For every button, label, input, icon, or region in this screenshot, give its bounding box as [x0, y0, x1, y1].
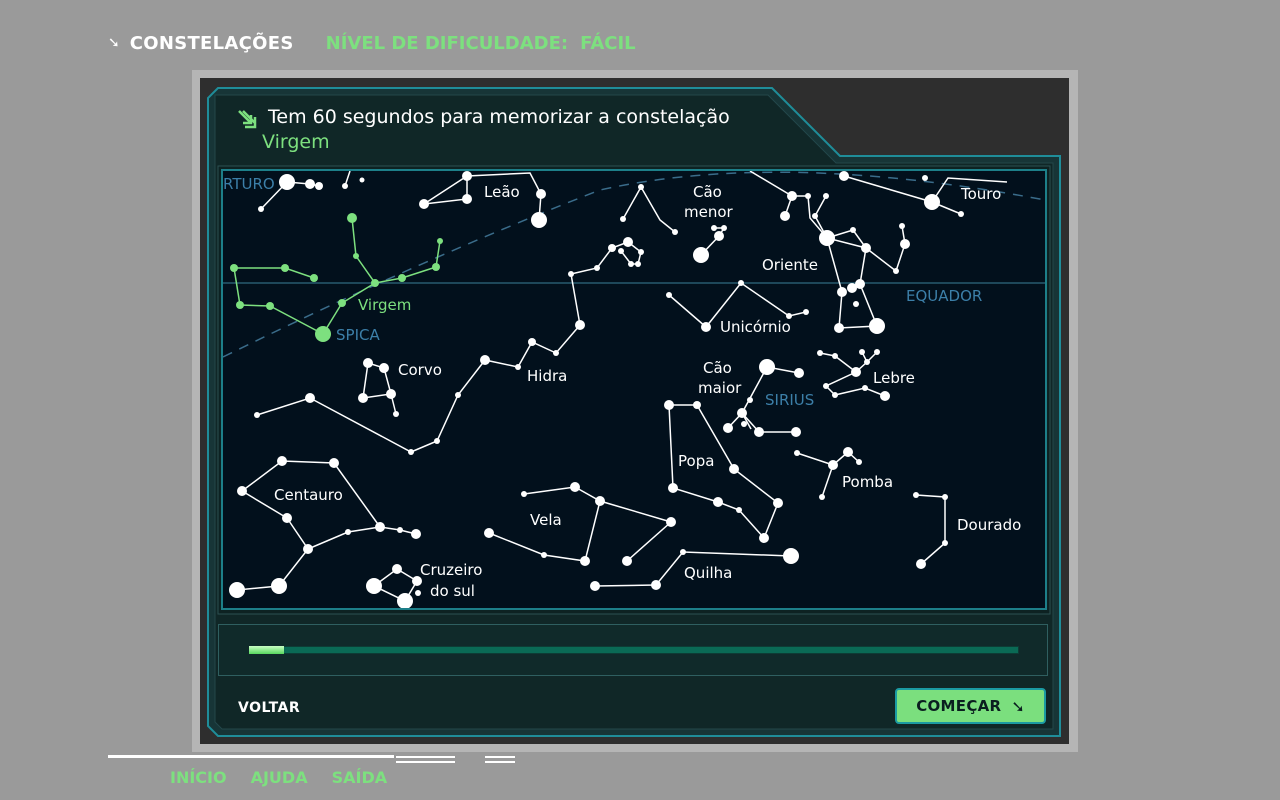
timer-progress-track — [249, 646, 1019, 654]
constellation-popa — [664, 400, 783, 543]
constellation-label-leao: Leão — [484, 183, 520, 201]
constellation-label-cao-maior-2: maior — [698, 379, 742, 397]
constellation-label-virgem: Virgem — [358, 296, 411, 314]
constellation-label-vela: Vela — [530, 511, 562, 529]
constellation-label-cao-maior-1: Cão — [703, 359, 732, 377]
constellation-label-hidra: Hidra — [527, 367, 567, 385]
double-arrow-down-right-icon — [238, 110, 257, 129]
constellation-cancer — [620, 184, 678, 235]
start-button[interactable]: COMEÇAR ➘ — [895, 688, 1046, 724]
star-map-canvas: EQUADOR RTURO Leão Cão menor Touro Orien… — [223, 171, 1045, 608]
constellation-label-oriente: Oriente — [762, 256, 818, 274]
constellation-label-cao-menor-2: menor — [684, 203, 734, 221]
constellation-cruzeiro-do-sul — [366, 564, 422, 608]
constellation-label-pomba: Pomba — [842, 473, 893, 491]
constellation-corvo — [358, 358, 399, 417]
constellation-centauro — [229, 456, 421, 598]
star-label-sirius: SIRIUS — [765, 391, 814, 409]
constellation-label-cao-menor-1: Cão — [693, 183, 722, 201]
start-button-label: COMEÇAR — [916, 697, 1002, 715]
constellation-label-touro: Touro — [960, 185, 1001, 203]
constellation-label-cruzeiro-2: do sul — [430, 582, 475, 600]
timer-progress-fill — [249, 646, 284, 654]
constellation-label-corvo: Corvo — [398, 361, 442, 379]
constellation-vela — [484, 482, 676, 566]
constellation-cluster-gemeos — [568, 237, 644, 277]
constellation-dourado — [913, 492, 948, 569]
nav-saida[interactable]: SAÍDA — [332, 768, 388, 787]
target-constellation: Virgem — [262, 131, 330, 153]
constellation-label-popa: Popa — [678, 452, 714, 470]
constellation-virgem — [230, 213, 443, 342]
arrow-down-right-icon: ➘ — [1011, 696, 1025, 716]
footer-nav: INÍCIO AJUDA SAÍDA — [170, 768, 411, 787]
top-header: ➘ CONSTELAÇÕES NÍVEL DE DIFICULDADE: FÁC… — [108, 30, 636, 56]
app-title: CONSTELAÇÕES — [129, 32, 294, 54]
constellation-label-unicornio: Unicórnio — [720, 318, 791, 336]
constellation-label-lebre: Lebre — [873, 369, 915, 387]
constellation-label-dourado: Dourado — [957, 516, 1021, 534]
constellation-cao-menor — [693, 225, 727, 263]
nav-ajuda[interactable]: AJUDA — [251, 768, 308, 787]
difficulty-value: FÁCIL — [580, 32, 636, 54]
nav-inicio[interactable]: INÍCIO — [170, 768, 227, 787]
constellation-label-cruzeiro-1: Cruzeiro — [420, 561, 482, 579]
constellation-label-quilha: Quilha — [684, 564, 732, 582]
star-label-arcturus: RTURO — [223, 175, 275, 193]
star-map: EQUADOR RTURO Leão Cão menor Touro Orien… — [223, 171, 1045, 608]
constellation-label-centauro: Centauro — [274, 486, 343, 504]
star-label-spica: SPICA — [336, 326, 380, 344]
equator-label: EQUADOR — [906, 287, 982, 305]
constellation-leao — [419, 171, 547, 228]
back-button[interactable]: VOLTAR — [238, 700, 300, 716]
difficulty-label: NÍVEL DE DIFICULDADE: — [325, 32, 569, 54]
arrow-down-right-icon: ➘ — [108, 35, 120, 51]
instruction-text: Tem 60 segundos para memorizar a constel… — [268, 106, 730, 128]
